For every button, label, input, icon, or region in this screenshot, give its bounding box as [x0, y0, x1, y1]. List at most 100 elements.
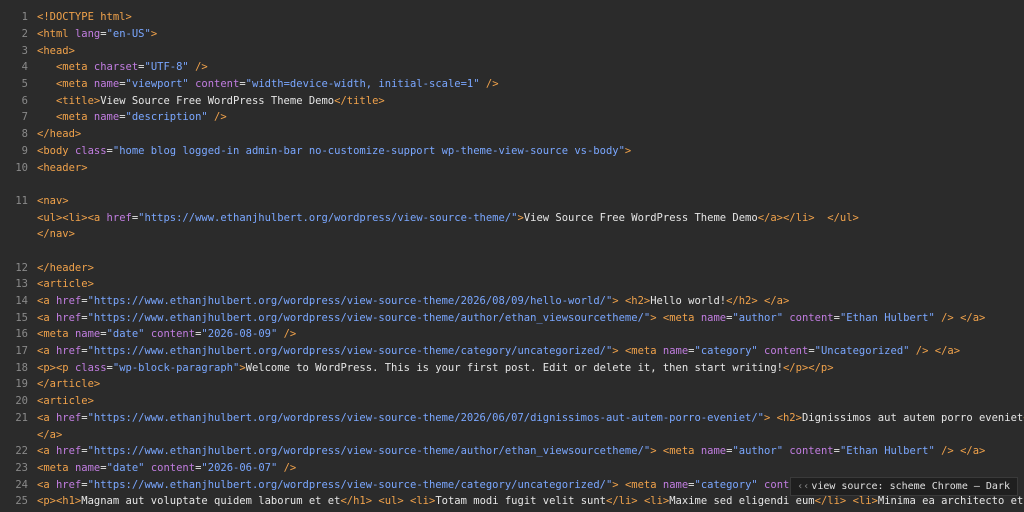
tag-token: />	[207, 111, 227, 124]
source-line[interactable]: 23 <meta name="date" content="2026-06-07"…	[0, 460, 1024, 477]
tag-token: <meta	[662, 311, 701, 324]
line-content[interactable]: <meta name="description" />	[28, 111, 227, 123]
line-content[interactable]: <p><h1>Magnam aut voluptate quidem labor…	[28, 495, 1024, 507]
source-line[interactable]: 7 <meta name="description" />	[0, 109, 1024, 126]
line-content[interactable]: <a href="https://www.ethanjhulbert.org/w…	[28, 312, 985, 324]
source-line[interactable]: 15 <a href="https://www.ethanjhulbert.org…	[0, 309, 1024, 326]
value-token: "https://www.ethanjhulbert.org/wordpress…	[87, 345, 613, 358]
source-line[interactable]: 10 <header>	[0, 159, 1024, 176]
line-content[interactable]: <ul><li><a href="https://www.ethanjhulbe…	[28, 212, 859, 224]
tag-token: />	[909, 345, 929, 358]
source-line[interactable]: 17 <a href="https://www.ethanjhulbert.org…	[0, 343, 1024, 360]
tag-token: />	[934, 445, 954, 458]
line-content[interactable]: <head>	[28, 45, 75, 57]
line-content[interactable]: <a href="https://www.ethanjhulbert.org/w…	[28, 479, 846, 491]
tag-token: >	[624, 144, 632, 157]
attribute-token: charset	[93, 61, 139, 74]
value-token: "https://www.ethanjhulbert.org/wordpress…	[87, 445, 651, 458]
value-token: "date"	[106, 328, 145, 341]
line-content[interactable]: <article>	[28, 278, 94, 290]
line-content[interactable]: <title>View Source Free WordPress Theme …	[28, 95, 385, 107]
value-token: "date"	[106, 461, 145, 474]
attribute-token: href	[55, 295, 82, 308]
text-token: View Source Free WordPress Theme Demo	[100, 94, 335, 107]
line-content[interactable]: <p><p class="wp-block-paragraph">Welcome…	[28, 362, 834, 374]
line-number: 3	[21, 44, 28, 57]
line-content[interactable]: <body class="home blog logged-in admin-b…	[28, 145, 631, 157]
source-line[interactable]: 21 <a href="https://www.ethanjhulbert.org…	[0, 410, 1024, 427]
tag-token: <meta	[624, 345, 663, 358]
source-line[interactable]: 22 <a href="https://www.ethanjhulbert.org…	[0, 443, 1024, 460]
tag-token: </header>	[37, 261, 94, 274]
source-line[interactable]: </nav>	[0, 226, 1024, 243]
line-content[interactable]: <meta name="viewport" content="width=dev…	[28, 78, 499, 90]
line-number: 11	[15, 194, 28, 207]
tag-token: <p><p	[37, 361, 75, 374]
source-viewer[interactable]: 1 <!DOCTYPE html> 2 <html lang="en-US"> 3 <he…	[0, 0, 1024, 512]
line-content[interactable]: <header>	[28, 162, 88, 174]
line-content[interactable]: </a>	[28, 429, 62, 441]
source-line[interactable]: 2 <html lang="en-US">	[0, 26, 1024, 43]
line-content[interactable]: <nav>	[28, 195, 69, 207]
line-content[interactable]: </article>	[28, 378, 100, 390]
value-token: "author"	[732, 311, 784, 324]
line-content[interactable]: <article>	[28, 395, 94, 407]
source-line[interactable]	[0, 176, 1024, 193]
source-line[interactable]: 20 <article>	[0, 393, 1024, 410]
tag-token: <meta	[37, 328, 75, 341]
line-content[interactable]: <html lang="en-US">	[28, 28, 157, 40]
source-line[interactable]: 8 </head>	[0, 126, 1024, 143]
line-content[interactable]: <meta charset="UTF-8" />	[28, 61, 208, 73]
source-line[interactable]: 11 <nav>	[0, 193, 1024, 210]
line-content[interactable]: <a href="https://www.ethanjhulbert.org/w…	[28, 295, 789, 307]
value-token: "https://www.ethanjhulbert.org/wordpress…	[138, 211, 518, 224]
tag-token: <!DOCTYPE html>	[37, 11, 132, 24]
source-line[interactable]: <ul><li><a href="https://www.ethanjhulbe…	[0, 209, 1024, 226]
line-number: 13	[15, 278, 28, 291]
source-line[interactable]: 6 <title>View Source Free WordPress Them…	[0, 92, 1024, 109]
tag-token: </h2>	[726, 295, 758, 308]
value-token: "wp-block-paragraph"	[112, 361, 240, 374]
source-line[interactable]: 19 </article>	[0, 376, 1024, 393]
source-line[interactable]: 3 <head>	[0, 42, 1024, 59]
line-content[interactable]: <a href="https://www.ethanjhulbert.org/w…	[28, 345, 960, 357]
line-content[interactable]: </header>	[28, 262, 94, 274]
line-number: 8	[21, 128, 28, 141]
source-line[interactable]: 1 <!DOCTYPE html>	[0, 9, 1024, 26]
source-line[interactable]: 16 <meta name="date" content="2026-08-09"…	[0, 326, 1024, 343]
tag-token: <p><h1>	[37, 495, 82, 508]
attribute-token: href	[55, 345, 82, 358]
source-line[interactable]: 5 <meta name="viewport" content="width=d…	[0, 76, 1024, 93]
source-line[interactable]: </a>	[0, 426, 1024, 443]
attribute-token: name	[700, 311, 727, 324]
line-content[interactable]: </nav>	[28, 228, 75, 240]
source-line[interactable]: 14 <a href="https://www.ethanjhulbert.org…	[0, 293, 1024, 310]
line-content[interactable]: <a href="https://www.ethanjhulbert.org/w…	[28, 445, 985, 457]
line-content[interactable]: <meta name="date" content="2026-08-09" /…	[28, 328, 296, 340]
source-line[interactable]: 4 <meta charset="UTF-8" />	[0, 59, 1024, 76]
tag-token: </a>	[960, 445, 986, 458]
attribute-token: content	[764, 345, 809, 358]
attribute-token: content	[789, 311, 834, 324]
line-content[interactable]: <meta name="date" content="2026-06-07" /…	[28, 462, 296, 474]
value-token: "https://www.ethanjhulbert.org/wordpress…	[87, 295, 613, 308]
source-line[interactable]: 9 <body class="home blog logged-in admin-…	[0, 143, 1024, 160]
source-line[interactable]: 13 <article>	[0, 276, 1024, 293]
source-line[interactable]	[0, 243, 1024, 260]
line-content[interactable]: </head>	[28, 128, 81, 140]
tag-token: </nav>	[37, 228, 75, 241]
line-number: 10	[15, 161, 28, 174]
attribute-token: href	[55, 478, 82, 491]
line-content[interactable]: <!DOCTYPE html>	[28, 11, 132, 23]
tag-token: </a>	[934, 345, 961, 358]
line-number: 19	[15, 378, 28, 391]
source-code[interactable]: 1 <!DOCTYPE html> 2 <html lang="en-US"> 3 <he…	[0, 9, 1024, 510]
source-line[interactable]: 12 </header>	[0, 259, 1024, 276]
source-line[interactable]: 18 <p><p class="wp-block-paragraph">Welco…	[0, 359, 1024, 376]
line-number: 5	[21, 78, 28, 91]
line-content[interactable]: <a href="https://www.ethanjhulbert.org/w…	[28, 412, 1024, 424]
tag-token: <header>	[37, 161, 88, 174]
tag-token: />	[277, 461, 297, 474]
tag-token: </a>	[37, 428, 63, 441]
tag-token: <meta	[55, 78, 94, 91]
